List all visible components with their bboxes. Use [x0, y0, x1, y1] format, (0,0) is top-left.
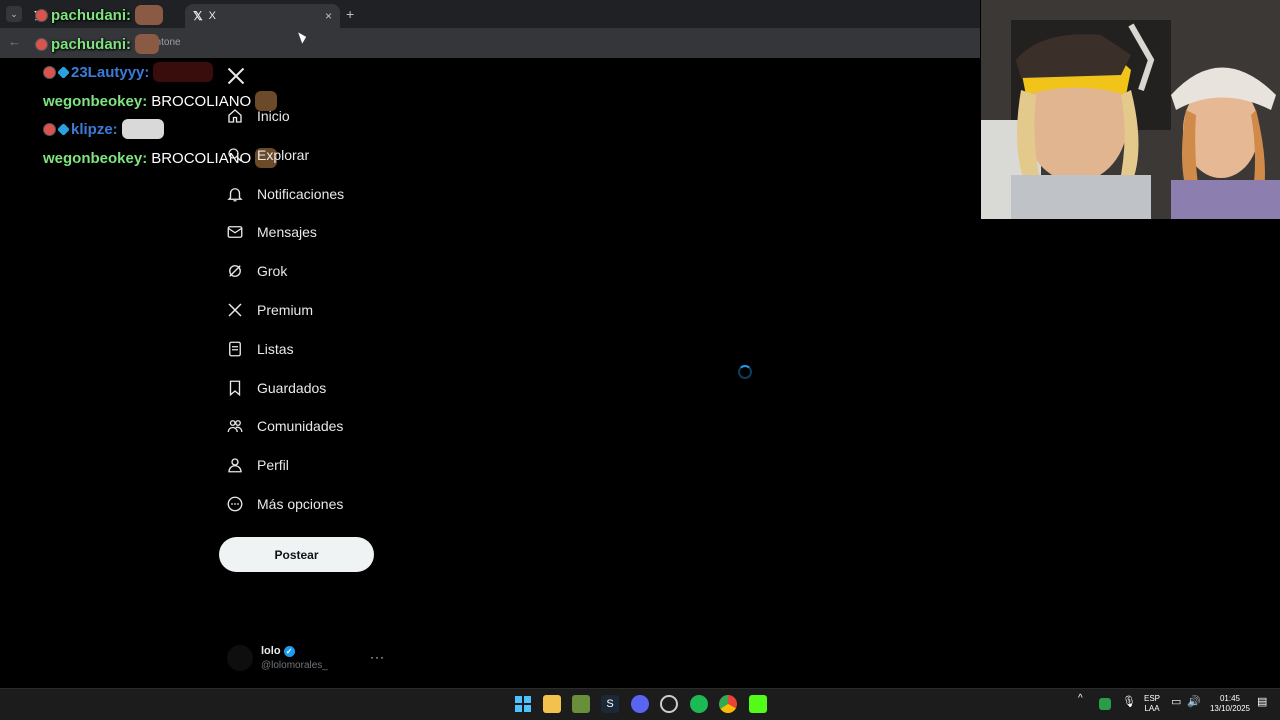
x-logo-icon[interactable] [226, 66, 246, 86]
nav-item-grok[interactable]: Grok [226, 256, 287, 286]
language-code: ESP [1143, 694, 1160, 703]
nav-label: Más opciones [257, 496, 344, 512]
loading-spinner-icon [738, 365, 752, 379]
steam-icon[interactable]: S [601, 695, 619, 713]
nav-label: Listas [257, 341, 294, 357]
nav-label: Perfil [257, 457, 289, 473]
nav-label: Guardados [257, 380, 327, 396]
nav-label: Explorar [257, 147, 310, 163]
chat-badge-icon [43, 65, 56, 79]
windows-start-icon[interactable] [514, 695, 532, 713]
grok-icon [229, 265, 241, 277]
browser-tab-active[interactable]: 𝕏 X × [185, 4, 340, 28]
home-icon [228, 109, 242, 123]
emote-image [135, 5, 164, 25]
minecraft-icon[interactable] [572, 695, 590, 713]
avatar[interactable] [227, 645, 253, 671]
envelope-icon [227, 226, 243, 238]
chat-badge-icon [35, 8, 48, 22]
nav-item-mensajes[interactable]: Mensajes [226, 217, 317, 247]
chat-username: pachudani: [51, 6, 132, 24]
microphone-icon[interactable]: 🎙 [1122, 697, 1136, 708]
post-button[interactable]: Postear [219, 537, 374, 572]
account-display-name: lolo [261, 645, 281, 657]
chevron-up-icon[interactable]: ^ [1078, 694, 1083, 704]
nav-item-explorar[interactable]: Explorar [226, 140, 309, 170]
chat-username: klipze: [71, 120, 118, 138]
tab-close-icon[interactable]: × [325, 9, 332, 23]
nav-label: Grok [257, 263, 288, 279]
account-name[interactable]: lolo ✓ [261, 645, 295, 657]
verified-badge-icon: ✓ [283, 645, 295, 657]
diamond-badge-icon [57, 65, 70, 79]
nav-label: Inicio [257, 108, 290, 124]
emote-image [135, 34, 160, 54]
chat-badge-icon [35, 37, 48, 51]
nav-label: Premium [257, 302, 314, 318]
language-indicator[interactable]: ESP LAA [1142, 694, 1162, 714]
tab-search-button[interactable]: ⌄ [6, 6, 22, 22]
bell-icon [227, 188, 243, 202]
x-icon [228, 303, 242, 317]
discord-icon[interactable] [631, 695, 649, 713]
page-scrollbar[interactable] [1270, 228, 1280, 688]
clock-date: 13/10/2025 [1209, 704, 1251, 713]
chat-username: wegonbeokey: [43, 149, 148, 167]
emote-image [153, 62, 214, 82]
keyboard-layout: LAA [1144, 704, 1160, 713]
back-arrow-icon[interactable]: ← [8, 34, 21, 49]
chat-message: 23Lautyyy: [43, 62, 214, 82]
bookmark-icon [229, 380, 241, 397]
nav-item-notificaciones[interactable]: Notificaciones [226, 179, 344, 209]
people-icon [227, 420, 243, 433]
chat-message: pachudani: [35, 34, 160, 54]
chat-message: pachudani: [35, 5, 164, 25]
webcam-overlay [981, 0, 1280, 219]
network-icon[interactable]: ▭ [1171, 697, 1181, 708]
x-favicon-icon: 𝕏 [193, 9, 203, 23]
clock-time: 01:45 [1219, 694, 1241, 703]
security-icon[interactable] [1099, 698, 1111, 710]
nav-label: Comunidades [257, 418, 344, 434]
file-explorer-icon[interactable] [543, 695, 561, 713]
search-icon [228, 148, 242, 162]
chat-message: klipze: [43, 119, 164, 139]
nav-item-guardados[interactable]: Guardados [226, 373, 326, 403]
chat-badge-icon [43, 122, 56, 136]
more-circle-icon [227, 496, 243, 512]
nav-item-mas-opciones[interactable]: Más opciones [226, 489, 343, 519]
nav-label: Notificaciones [257, 186, 345, 202]
person-icon [228, 458, 242, 473]
tab-title: X [208, 10, 217, 22]
account-more-button[interactable]: ··· [370, 650, 385, 664]
spotify-icon[interactable] [690, 695, 708, 713]
nav-item-perfil[interactable]: Perfil [226, 450, 289, 480]
nav-label: Mensajes [257, 224, 317, 240]
nav-item-inicio[interactable]: Inicio [226, 101, 290, 131]
diamond-badge-icon [57, 122, 70, 136]
nav-item-comunidades[interactable]: Comunidades [226, 411, 343, 441]
clock[interactable]: 01:45 13/10/2025 [1207, 694, 1253, 714]
emote-image [121, 119, 164, 139]
list-icon [229, 341, 241, 357]
chat-username: 23Lautyyy: [71, 63, 150, 81]
notification-icon[interactable]: ▤ [1257, 697, 1267, 708]
nav-item-listas[interactable]: Listas [226, 334, 294, 364]
chrome-icon[interactable] [719, 695, 737, 713]
chat-username: wegonbeokey: [43, 92, 148, 110]
obs-icon[interactable] [660, 695, 678, 713]
webcam-image [981, 0, 1280, 219]
new-tab-button[interactable]: + [346, 6, 354, 22]
account-handle: @lolomorales_ [261, 660, 328, 671]
chat-username: pachudani: [51, 35, 132, 53]
volume-icon[interactable]: 🔊 [1187, 697, 1201, 708]
kick-icon[interactable] [749, 695, 767, 713]
nav-item-premium[interactable]: Premium [226, 295, 313, 325]
